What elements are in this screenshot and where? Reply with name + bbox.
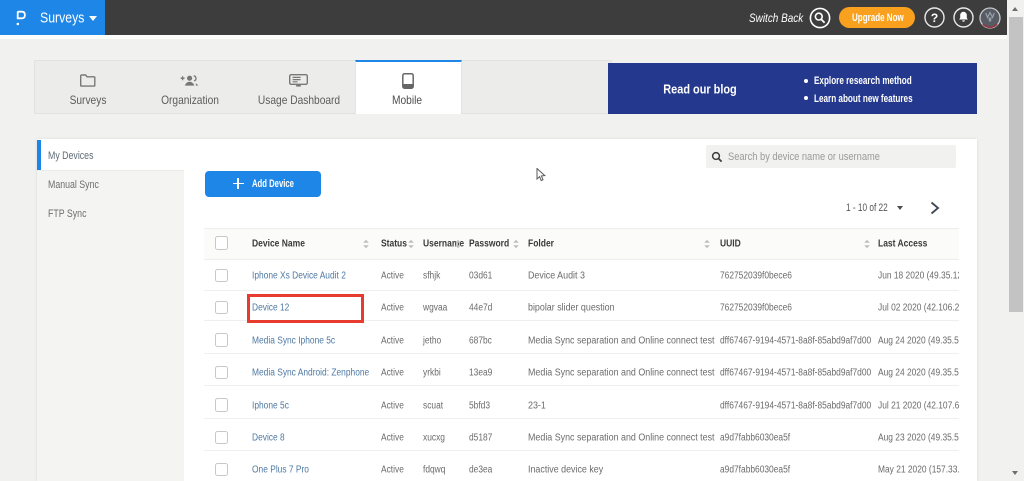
svg-text:?: ? bbox=[930, 11, 937, 25]
